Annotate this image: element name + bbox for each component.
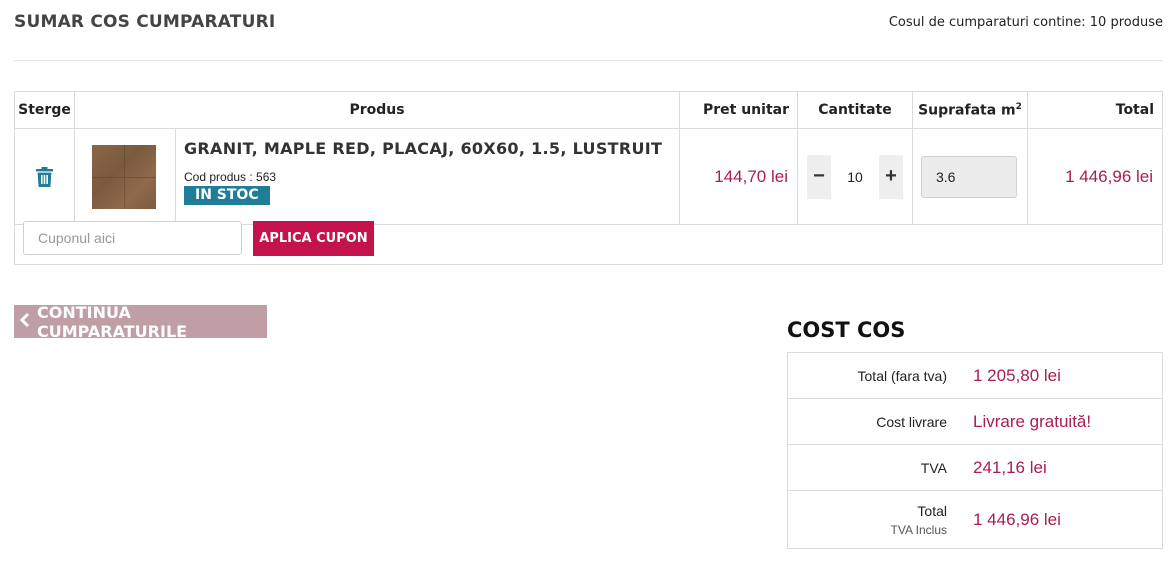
cost-label: TVA: [920, 459, 947, 476]
cost-summary: Total (fara tva) 1 205,80 lei Cost livra…: [787, 352, 1163, 549]
product-image[interactable]: [92, 144, 156, 209]
continue-shopping-button[interactable]: CONTINUA CUMPARATURILE: [14, 302, 267, 341]
unit-price: 144,70 lei: [679, 128, 798, 225]
cart-table: Sterge Produs Pret unitar Cantitate Supr…: [14, 91, 1163, 225]
cost-sublabel: TVA Inclus: [890, 522, 947, 537]
product-name[interactable]: GRANIT, MAPLE RED, PLACAJ, 60X60, 1.5, L…: [184, 139, 679, 158]
suprafata-sup: 2: [1015, 101, 1022, 112]
stock-badge: IN STOC: [184, 186, 270, 205]
delete-button[interactable]: [15, 166, 74, 187]
cart-table-container: Sterge Produs Pret unitar Cantitate Supr…: [14, 91, 1163, 265]
cost-row-subtotal: Total (fara tva) 1 205,80 lei: [788, 353, 1162, 399]
col-header-total: Total: [1027, 91, 1163, 129]
col-header-cantitate: Cantitate: [797, 91, 913, 129]
col-header-sterge: Sterge: [14, 91, 75, 129]
page-title: SUMAR COS CUMPARATURI: [14, 12, 276, 32]
col-header-produs: Produs: [74, 91, 680, 129]
suprafata-label: Suprafata m: [918, 102, 1016, 119]
cost-value: 1 205,80 lei: [973, 365, 1061, 385]
product-code: Cod produs : 563: [184, 170, 277, 184]
surface-input[interactable]: [921, 155, 1017, 198]
cost-row-tva: TVA 241,16 lei: [788, 445, 1162, 491]
cost-label: Total: [917, 502, 947, 519]
delete-cell: [14, 128, 75, 225]
cost-title: COST COS: [787, 318, 906, 342]
apply-coupon-button[interactable]: APLICA CUPON: [253, 221, 374, 256]
row-total: 1 446,96 lei: [1027, 128, 1163, 225]
quantity-stepper: − 10 +: [798, 154, 912, 199]
cost-value: 241,16 lei: [973, 457, 1047, 477]
quantity-cell: − 10 +: [797, 128, 913, 225]
continue-shopping-label: CONTINUA CUMPARATURILE: [37, 302, 188, 341]
surface-cell: [912, 128, 1028, 225]
cost-label: Cost livrare: [876, 413, 947, 430]
cart-count: Cosul de cumparaturi contine: 10 produse: [888, 15, 1163, 30]
col-header-suprafata: Suprafata m2: [912, 91, 1028, 129]
cost-label-total: Total TVA Inclus: [788, 503, 947, 537]
cost-row-total: Total TVA Inclus 1 446,96 lei: [788, 491, 1162, 548]
quantity-value[interactable]: 10: [847, 169, 863, 185]
cost-value: 1 446,96 lei: [973, 509, 1061, 529]
coupon-input[interactable]: [23, 221, 242, 255]
cost-value: Livrare gratuită!: [973, 411, 1092, 431]
table-row: GRANIT, MAPLE RED, PLACAJ, 60X60, 1.5, L…: [14, 128, 1163, 225]
table-header-row: Sterge Produs Pret unitar Cantitate Supr…: [14, 91, 1163, 129]
col-header-pret: Pret unitar: [679, 91, 798, 129]
quantity-increase-button[interactable]: +: [878, 154, 903, 199]
quantity-decrease-button[interactable]: −: [807, 154, 831, 199]
divider: [14, 60, 1163, 61]
trash-icon[interactable]: [36, 166, 53, 187]
product-info-cell: GRANIT, MAPLE RED, PLACAJ, 60X60, 1.5, L…: [175, 128, 680, 225]
cost-row-shipping: Cost livrare Livrare gratuită!: [788, 399, 1162, 445]
product-image-cell: [74, 128, 176, 225]
cost-label: Total (fara tva): [857, 367, 947, 384]
chevron-left-icon: [19, 312, 30, 332]
